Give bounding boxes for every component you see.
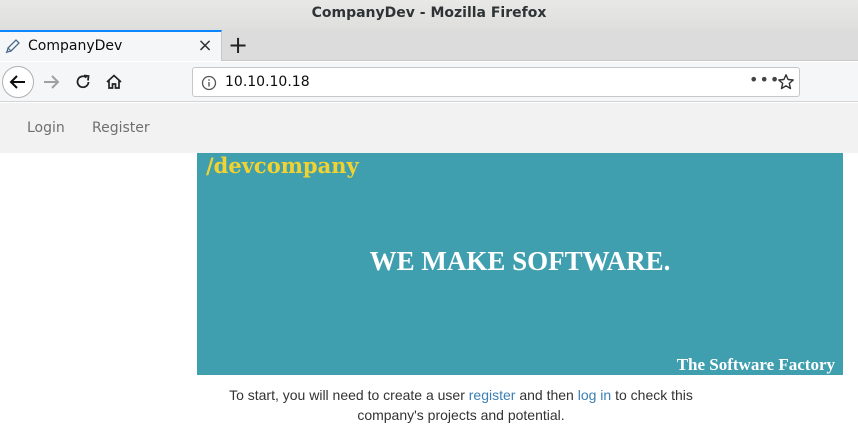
tab-label: CompanyDev xyxy=(28,38,123,54)
nav-login-link[interactable]: Login xyxy=(27,120,65,136)
site-navigation: Login Register xyxy=(0,103,858,153)
info-icon[interactable] xyxy=(201,75,217,91)
arrow-right-icon xyxy=(44,75,60,89)
nav-register-link[interactable]: Register xyxy=(92,120,150,136)
intro-text: To start, you will need to create a user… xyxy=(197,385,725,425)
new-tab-button[interactable]: + xyxy=(228,32,248,58)
intro-text-middle: and then xyxy=(515,387,578,403)
close-tab-icon[interactable]: × xyxy=(196,35,214,57)
intro-text-start: To start, you will need to create a user xyxy=(229,387,469,403)
url-text[interactable]: 10.10.10.18 xyxy=(225,74,310,90)
back-button[interactable] xyxy=(2,66,34,98)
address-bar[interactable]: 10.10.10.18 ••• xyxy=(192,67,800,97)
hero-tagline: The Software Factory xyxy=(676,355,835,374)
window-title: CompanyDev - Mozilla Firefox xyxy=(311,5,547,21)
reload-icon xyxy=(76,74,90,89)
hero-headline: WE MAKE SOFTWARE. xyxy=(369,246,671,276)
home-icon xyxy=(106,74,122,89)
tab-strip: CompanyDev × + xyxy=(0,30,858,61)
brand-logo-text: /devcompany xyxy=(206,153,359,178)
forward-button[interactable] xyxy=(36,66,66,98)
bookmark-star-icon[interactable] xyxy=(777,73,795,91)
tab-companydev[interactable]: CompanyDev × xyxy=(0,30,222,61)
reload-button[interactable] xyxy=(68,66,98,98)
home-button[interactable] xyxy=(99,66,129,98)
hero-banner: /devcompany WE MAKE SOFTWARE. The Softwa… xyxy=(197,153,843,375)
page-actions-icon[interactable]: ••• xyxy=(749,70,780,89)
window-titlebar: CompanyDev - Mozilla Firefox xyxy=(0,0,858,30)
pencil-icon xyxy=(4,38,22,56)
arrow-left-icon xyxy=(9,75,25,89)
login-link[interactable]: log in xyxy=(578,387,611,403)
navigation-toolbar: 10.10.10.18 ••• xyxy=(0,62,858,102)
register-link[interactable]: register xyxy=(469,387,516,403)
